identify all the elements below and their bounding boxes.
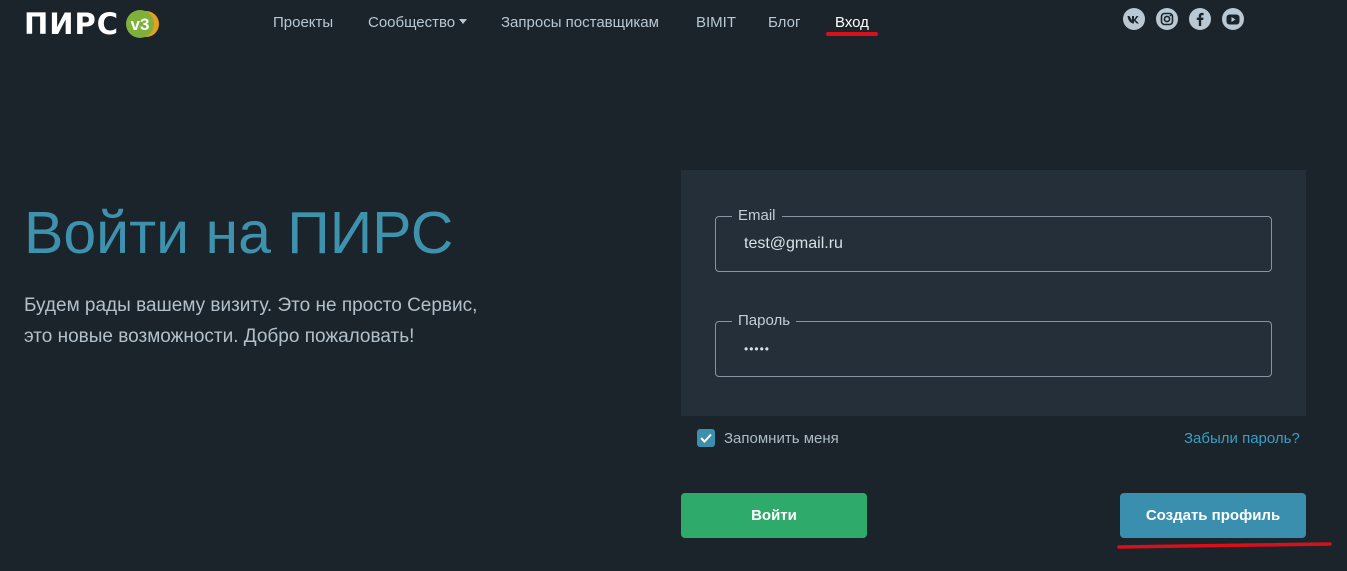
nav-login[interactable]: Вход xyxy=(835,14,869,32)
forgot-password-link[interactable]: Забыли пароль? xyxy=(1184,430,1300,447)
annotation-underline-login xyxy=(826,32,878,36)
facebook-icon[interactable] xyxy=(1189,8,1211,30)
password-input[interactable]: ••••• xyxy=(716,322,1271,376)
checkmark-icon xyxy=(700,433,712,443)
vk-icon[interactable] xyxy=(1123,8,1145,30)
page-subtitle: Будем рады вашему визиту. Это не просто … xyxy=(24,290,524,352)
social-links xyxy=(1123,8,1244,30)
email-field[interactable]: Email xyxy=(715,207,1272,272)
email-label: Email xyxy=(732,207,782,225)
nav-supplier-requests[interactable]: Запросы поставщикам xyxy=(501,14,659,32)
password-label: Пароль xyxy=(732,312,797,330)
login-form-panel: Email ••••• Пароль xyxy=(681,170,1306,416)
password-field[interactable]: ••••• Пароль xyxy=(715,312,1272,377)
nav-projects[interactable]: Проекты xyxy=(273,14,333,32)
login-button[interactable]: Войти xyxy=(681,493,867,538)
email-input[interactable] xyxy=(716,217,1271,271)
nav-bimit[interactable]: BIMIT xyxy=(696,14,736,32)
subtitle-line-1: Будем рады вашему визиту. Это не просто … xyxy=(24,295,478,316)
remember-me[interactable]: Запомнить меня xyxy=(697,429,839,447)
youtube-icon[interactable] xyxy=(1222,8,1244,30)
instagram-icon[interactable] xyxy=(1156,8,1178,30)
remember-label: Запомнить меня xyxy=(724,429,839,447)
subtitle-line-2: это новые возможности. Добро пожаловать! xyxy=(24,326,415,347)
remember-checkbox[interactable] xyxy=(697,429,715,447)
annotation-underline-create xyxy=(1117,542,1332,549)
chevron-down-icon xyxy=(459,19,468,24)
create-profile-button[interactable]: Создать профиль xyxy=(1120,493,1306,538)
nav-blog[interactable]: Блог xyxy=(768,14,800,32)
page-title: Войти на ПИРС xyxy=(24,200,454,266)
nav-community[interactable]: Сообщество xyxy=(368,14,468,32)
nav-community-label: Сообщество xyxy=(368,14,456,31)
